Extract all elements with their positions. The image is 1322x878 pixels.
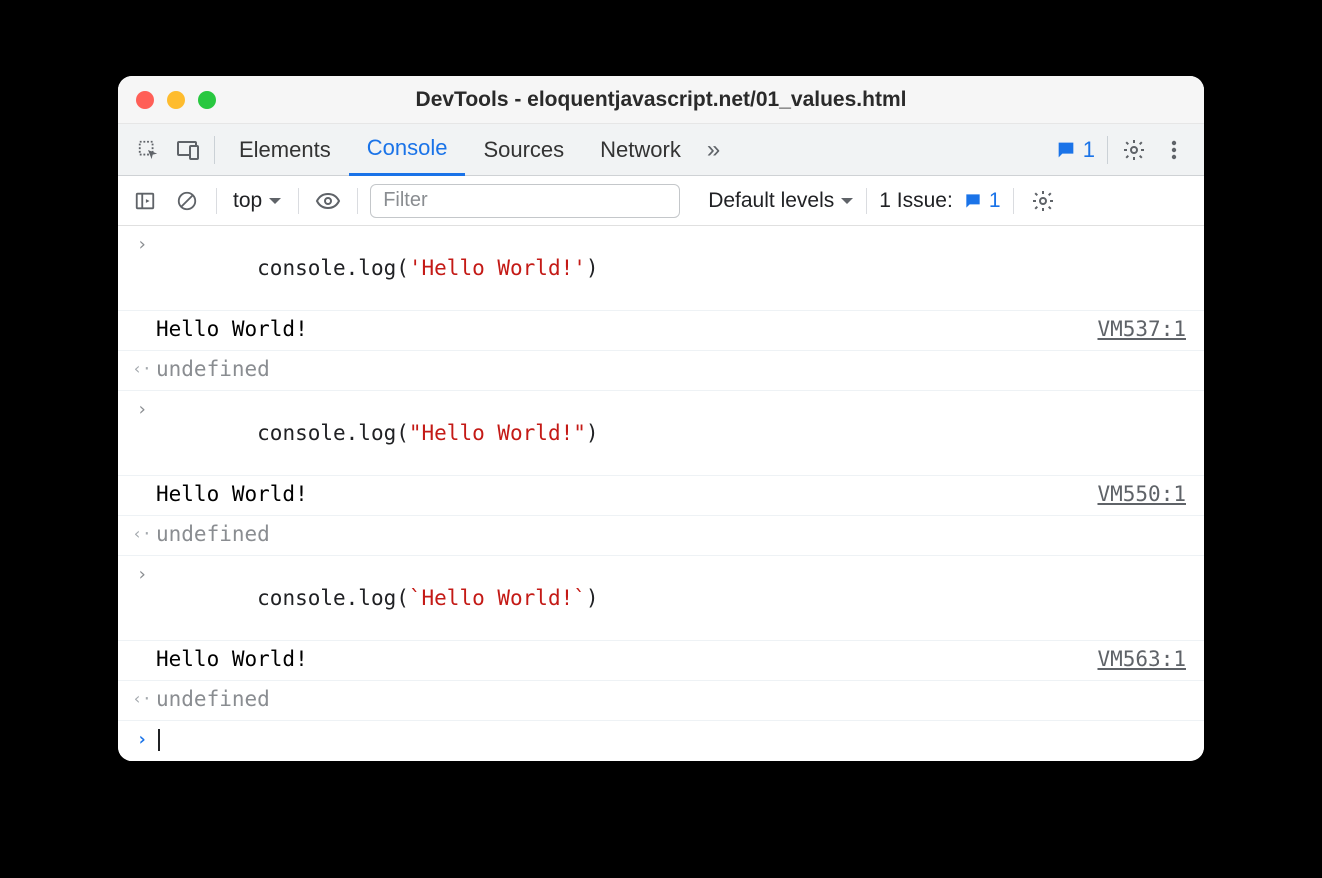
return-value: undefined <box>156 357 1186 381</box>
tabbar-divider-right <box>1107 136 1108 164</box>
console-output: › console.log('Hello World!') Hello Worl… <box>118 226 1204 761</box>
return-value: undefined <box>156 522 1186 546</box>
filter-input[interactable] <box>370 184 680 218</box>
console-input-row[interactable]: › console.log(`Hello World!`) <box>118 556 1204 641</box>
log-output: Hello World! <box>156 482 1097 506</box>
minimize-window-button[interactable] <box>167 91 185 109</box>
issues-count: 1 <box>989 189 1001 213</box>
main-tabbar: Elements Console Sources Network » 1 <box>118 124 1204 176</box>
code-token: ) <box>586 421 599 445</box>
tab-console[interactable]: Console <box>349 124 466 176</box>
code-token: ) <box>586 586 599 610</box>
console-output-row: Hello World! VM550:1 <box>118 476 1204 516</box>
console-input-row[interactable]: › console.log("Hello World!") <box>118 391 1204 476</box>
context-label: top <box>233 189 262 213</box>
return-chevron-icon: ‹· <box>128 357 156 378</box>
levels-label: Default levels <box>708 189 834 213</box>
console-settings-icon[interactable] <box>1026 184 1060 218</box>
context-selector[interactable]: top <box>229 189 286 213</box>
code-token: console.log( <box>257 421 409 445</box>
code-string-token: "Hello World!" <box>409 421 586 445</box>
blank-gutter <box>128 647 156 649</box>
live-expression-icon[interactable] <box>311 184 345 218</box>
device-toolbar-icon[interactable] <box>168 130 208 170</box>
messages-badge[interactable]: 1 <box>1055 137 1101 163</box>
sidebar-toggle-icon[interactable] <box>128 184 162 218</box>
console-output-row: Hello World! VM563:1 <box>118 641 1204 681</box>
traffic-lights <box>118 91 216 109</box>
code-string-token: `Hello World!` <box>409 586 586 610</box>
toolbar-divider <box>357 188 358 214</box>
toolbar-divider <box>1013 188 1014 214</box>
code-token: ) <box>586 256 599 280</box>
code-string-token: 'Hello World!' <box>409 256 586 280</box>
tab-network[interactable]: Network <box>582 124 699 176</box>
console-toolbar: top Default levels 1 Issue: 1 <box>118 176 1204 226</box>
issue-icon <box>963 191 983 211</box>
issues-label: 1 Issue: <box>879 189 953 213</box>
console-input-row[interactable]: › console.log('Hello World!') <box>118 226 1204 311</box>
source-link[interactable]: VM537:1 <box>1097 317 1186 341</box>
close-window-button[interactable] <box>136 91 154 109</box>
tab-sources[interactable]: Sources <box>465 124 582 176</box>
console-return-row: ‹· undefined <box>118 516 1204 556</box>
input-chevron-icon: › <box>128 562 156 585</box>
maximize-window-button[interactable] <box>198 91 216 109</box>
blank-gutter <box>128 317 156 319</box>
clear-console-icon[interactable] <box>170 184 204 218</box>
toolbar-divider <box>866 188 867 214</box>
input-chevron-icon: › <box>128 397 156 420</box>
toolbar-divider <box>216 188 217 214</box>
settings-icon[interactable] <box>1114 130 1154 170</box>
log-output: Hello World! <box>156 647 1097 671</box>
blank-gutter <box>128 482 156 484</box>
console-return-row: ‹· undefined <box>118 351 1204 391</box>
text-cursor <box>158 729 160 751</box>
source-link[interactable]: VM550:1 <box>1097 482 1186 506</box>
inspect-element-icon[interactable] <box>128 130 168 170</box>
tab-elements[interactable]: Elements <box>221 124 349 176</box>
return-chevron-icon: ‹· <box>128 687 156 708</box>
source-link[interactable]: VM563:1 <box>1097 647 1186 671</box>
console-input-field[interactable] <box>156 727 1186 751</box>
input-chevron-icon: › <box>128 232 156 255</box>
window-title: DevTools - eloquentjavascript.net/01_val… <box>118 88 1204 112</box>
console-return-row: ‹· undefined <box>118 681 1204 721</box>
log-levels-selector[interactable]: Default levels <box>708 189 854 213</box>
prompt-chevron-icon: › <box>128 727 156 750</box>
console-output-row: Hello World! VM537:1 <box>118 311 1204 351</box>
log-output: Hello World! <box>156 317 1097 341</box>
code-token: console.log( <box>257 256 409 280</box>
tabbar-divider <box>214 136 215 164</box>
issues-indicator[interactable]: 1 Issue: 1 <box>879 189 1000 213</box>
code-token: console.log( <box>257 586 409 610</box>
devtools-window: DevTools - eloquentjavascript.net/01_val… <box>118 76 1204 761</box>
return-chevron-icon: ‹· <box>128 522 156 543</box>
console-prompt-row[interactable]: › <box>118 721 1204 761</box>
chevron-down-icon <box>840 196 854 206</box>
tabs-overflow-button[interactable]: » <box>699 124 728 176</box>
messages-count: 1 <box>1083 137 1095 163</box>
return-value: undefined <box>156 687 1186 711</box>
toolbar-divider <box>298 188 299 214</box>
more-menu-icon[interactable] <box>1154 130 1194 170</box>
chevron-down-icon <box>268 196 282 206</box>
titlebar: DevTools - eloquentjavascript.net/01_val… <box>118 76 1204 124</box>
